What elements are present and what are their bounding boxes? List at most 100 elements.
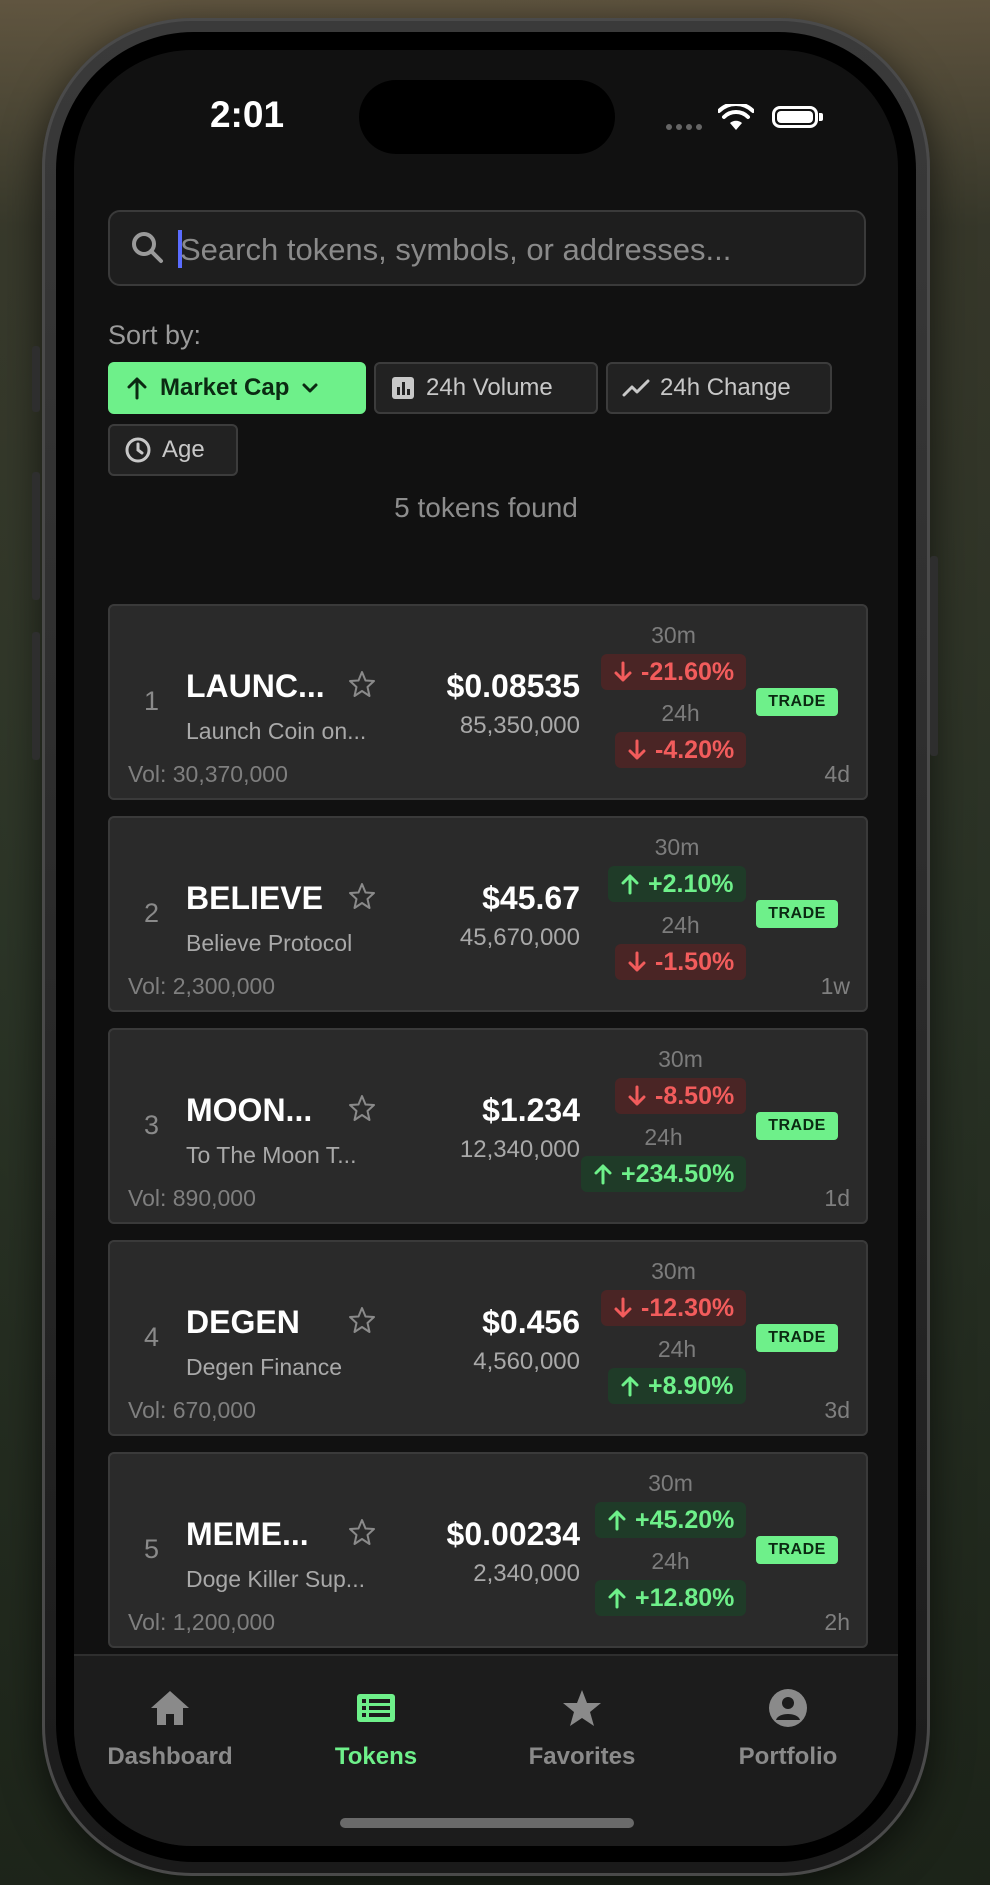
arrow-down-icon	[614, 661, 632, 682]
change-24h-label: 24h	[644, 1124, 683, 1150]
change-30m-badge: -12.30%	[601, 1290, 747, 1326]
tab-favorites[interactable]: Favorites	[492, 1688, 672, 1771]
sort-option-label: Market Cap	[160, 374, 290, 401]
favorite-star-icon[interactable]	[348, 1306, 376, 1339]
sort-market-cap-button[interactable]: Market Cap	[108, 362, 366, 414]
token-rank: 1	[144, 686, 160, 716]
bar-chart-icon	[392, 377, 414, 399]
token-rank: 3	[144, 1110, 160, 1140]
action-button	[32, 346, 40, 412]
favorite-star-icon[interactable]	[348, 1094, 376, 1127]
sort-age-button[interactable]: Age	[108, 424, 238, 476]
sort-24h-change-button[interactable]: 24h Change	[606, 362, 832, 414]
change-30m-value: -21.60%	[641, 657, 735, 686]
token-name: Doge Killer Sup...	[186, 1566, 365, 1592]
trade-button[interactable]: TRADE	[756, 1324, 838, 1352]
token-rank: 2	[144, 898, 160, 928]
token-name: Degen Finance	[186, 1354, 342, 1380]
sort-option-label: 24h Volume	[426, 374, 553, 401]
token-market-cap: 2,340,000	[473, 1560, 580, 1587]
token-symbol: BELIEVE	[186, 880, 323, 916]
change-30m-badge: +2.10%	[608, 866, 746, 902]
change-24h-badge: +234.50%	[581, 1156, 747, 1192]
token-name: To The Moon T...	[186, 1142, 357, 1168]
token-name: Launch Coin on...	[186, 718, 367, 744]
change-30m-value: -12.30%	[641, 1293, 735, 1322]
results-count: 5 tokens found	[394, 492, 578, 523]
change-30m-label: 30m	[654, 834, 700, 860]
change-24h-value: +12.80%	[635, 1583, 735, 1612]
token-market-cap: 12,340,000	[459, 1136, 580, 1163]
change-24h-value: -4.20%	[655, 735, 735, 764]
change-24h-label: 24h	[651, 1548, 690, 1574]
token-age: 2h	[824, 1609, 850, 1635]
token-volume: Vol: 1,200,000	[128, 1609, 276, 1635]
change-30m-badge: -21.60%	[601, 654, 747, 690]
arrow-up-icon	[127, 377, 147, 400]
change-24h-badge: -4.20%	[615, 732, 747, 768]
change-30m-label: 30m	[651, 1258, 696, 1284]
tab-label: Favorites	[528, 1743, 636, 1770]
change-30m-value: +2.10%	[648, 869, 734, 898]
token-name: Believe Protocol	[186, 930, 353, 956]
change-30m-value: +45.20%	[635, 1505, 735, 1534]
tab-dashboard[interactable]: Dashboard	[80, 1688, 260, 1771]
sort-24h-volume-button[interactable]: 24h Volume	[374, 362, 598, 414]
token-symbol: MEME...	[186, 1516, 309, 1552]
token-age: 1d	[824, 1185, 850, 1211]
dynamic-island	[359, 80, 615, 154]
battery-icon	[772, 106, 823, 128]
change-30m-badge: -8.50%	[615, 1078, 747, 1114]
search-input[interactable]	[178, 222, 842, 278]
cellular-signal-icon	[666, 124, 702, 130]
arrow-down-icon	[628, 951, 646, 972]
arrow-down-icon	[614, 1297, 632, 1318]
favorite-star-icon[interactable]	[348, 882, 376, 915]
change-24h-value: +8.90%	[648, 1371, 734, 1400]
chevron-down-icon	[302, 383, 318, 393]
search-bar[interactable]	[108, 210, 866, 286]
token-card[interactable]: 5 MEME... Doge Killer Sup... $0.00234 2,340,…	[108, 1452, 868, 1648]
token-volume: Vol: 2,300,000	[128, 973, 276, 999]
trade-button[interactable]: TRADE	[756, 1112, 838, 1140]
change-24h-badge: +12.80%	[595, 1580, 747, 1616]
change-30m-label: 30m	[658, 1046, 703, 1072]
token-price: $0.456	[482, 1304, 580, 1340]
token-card[interactable]: 1 LAUNC... Launch Coin on... $0.08535 85,350…	[108, 604, 868, 800]
star-icon	[563, 1690, 601, 1726]
arrow-up-icon	[594, 1164, 612, 1185]
tab-label: Portfolio	[738, 1743, 838, 1770]
change-24h-label: 24h	[661, 912, 700, 938]
trade-button[interactable]: TRADE	[756, 900, 838, 928]
trade-button[interactable]: TRADE	[756, 688, 838, 716]
token-symbol: MOON...	[186, 1092, 313, 1128]
tab-portfolio[interactable]: Portfolio	[698, 1688, 878, 1771]
token-volume: Vol: 890,000	[128, 1185, 256, 1211]
token-market-cap: 85,350,000	[459, 712, 580, 739]
token-price: $0.00234	[446, 1516, 580, 1552]
search-icon	[132, 232, 163, 263]
token-market-cap: 4,560,000	[473, 1348, 580, 1375]
favorite-star-icon[interactable]	[348, 670, 376, 703]
change-24h-badge: +8.90%	[608, 1368, 746, 1404]
change-24h-value: +234.50%	[621, 1159, 735, 1188]
tab-label: Dashboard	[107, 1743, 233, 1770]
trade-button[interactable]: TRADE	[756, 1536, 838, 1564]
token-card[interactable]: 2 BELIEVE Believe Protocol $45.67 45,670,000…	[108, 816, 868, 1012]
token-card[interactable]: 4 DEGEN Degen Finance $0.456 4,560,000 Vol: 6…	[108, 1240, 868, 1436]
wifi-icon	[718, 104, 754, 130]
change-30m-badge: +45.20%	[595, 1502, 747, 1538]
tab-tokens[interactable]: Tokens	[286, 1688, 466, 1771]
user-circle-icon	[769, 1689, 807, 1727]
token-symbol: DEGEN	[186, 1304, 300, 1340]
favorite-star-icon[interactable]	[348, 1518, 376, 1551]
change-30m-label: 30m	[648, 1470, 693, 1496]
change-24h-badge: -1.50%	[615, 944, 747, 980]
change-24h-label: 24h	[657, 1336, 697, 1362]
sort-label: Sort by:	[108, 320, 202, 350]
sort-option-label: 24h Change	[660, 374, 791, 401]
token-rank: 4	[144, 1322, 160, 1352]
sort-option-label: Age	[162, 436, 205, 463]
change-30m-label: 30m	[651, 622, 696, 648]
token-card[interactable]: 3 MOON... To The Moon T... $1.234 12,340,000…	[108, 1028, 868, 1224]
